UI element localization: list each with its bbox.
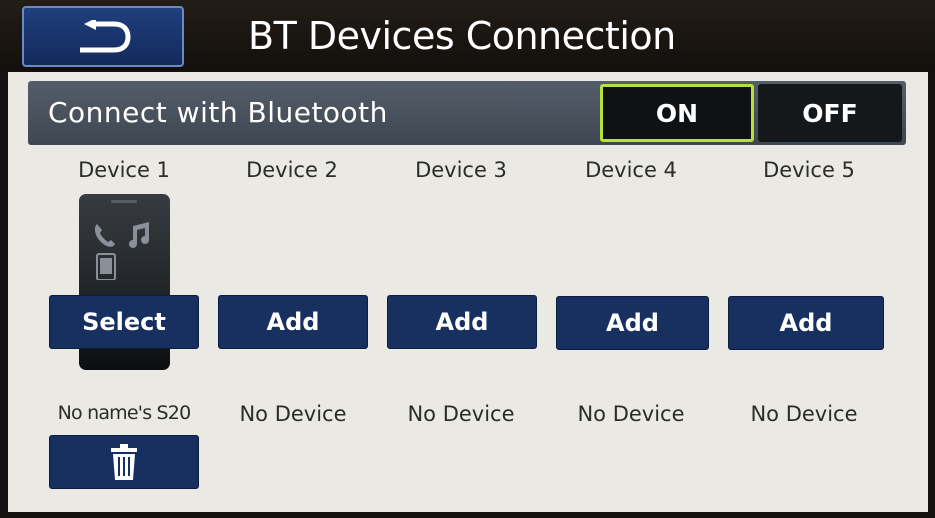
phone-media-glyphs (94, 222, 149, 280)
screen: BT Devices Connection Connect with Bluet… (0, 0, 935, 518)
device-5-title: Device 5 (763, 158, 855, 182)
device-5-status: No Device (750, 402, 858, 426)
back-arrow-icon (80, 19, 131, 52)
device-4-status: No Device (577, 402, 685, 426)
bluetooth-label: Connect with Bluetooth (48, 96, 388, 129)
device-5-add-button[interactable]: Add (728, 296, 884, 350)
phone-speaker (111, 200, 137, 203)
bluetooth-toggle-bar: Connect with Bluetooth ON OFF (28, 81, 906, 145)
device-3-status: No Device (407, 402, 515, 426)
device-3-add-button[interactable]: Add (387, 295, 537, 349)
trash-icon (111, 444, 137, 480)
device-1-select-button[interactable]: Select (49, 295, 199, 349)
device-4-title: Device 4 (585, 158, 677, 182)
device-1-title: Device 1 (78, 158, 170, 182)
device-2-title: Device 2 (246, 158, 338, 182)
header-bar: BT Devices Connection (0, 0, 935, 72)
back-button[interactable] (22, 6, 184, 67)
device-4-add-button[interactable]: Add (556, 296, 709, 350)
content-panel: Connect with Bluetooth ON OFF Device 1 D… (8, 72, 928, 512)
device-1-delete-button[interactable] (49, 435, 199, 489)
bluetooth-on-button[interactable]: ON (600, 84, 754, 142)
device-2-add-button[interactable]: Add (218, 295, 368, 349)
page-title: BT Devices Connection (248, 14, 676, 58)
bluetooth-off-button[interactable]: OFF (758, 84, 902, 142)
device-3-title: Device 3 (415, 158, 507, 182)
device-2-status: No Device (239, 402, 347, 426)
device-1-status: No name's S20 (57, 402, 192, 424)
